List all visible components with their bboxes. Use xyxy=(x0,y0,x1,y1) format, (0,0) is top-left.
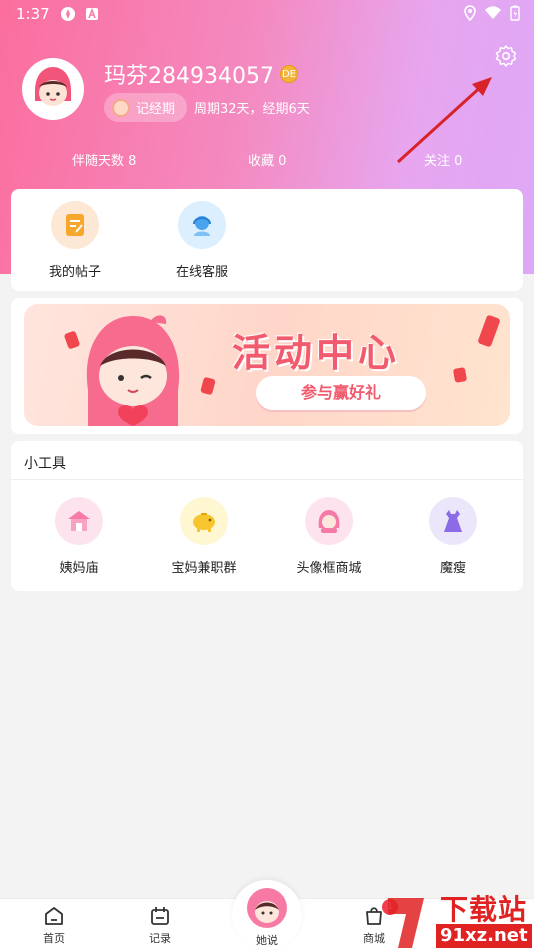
mascot-hood-girl-icon xyxy=(86,315,180,426)
my-posts-label: 我的帖子 xyxy=(48,265,101,280)
calendar-icon xyxy=(151,907,169,925)
coin-badge-icon: DE xyxy=(279,65,298,83)
tool-slim-label: 魔瘦 xyxy=(439,561,466,576)
watermark-url: 91xz.net xyxy=(436,924,532,948)
tab-shop-label: 商城 xyxy=(363,932,385,945)
stat-following[interactable]: 关注 0 xyxy=(424,150,462,169)
online-service-button[interactable]: 在线客服 xyxy=(154,201,250,280)
stat-companion-days[interactable]: 伴随天数 8 xyxy=(72,150,136,169)
banner-title: 活动中心 xyxy=(232,331,401,375)
wifi-icon xyxy=(485,6,501,19)
red-envelope-icon xyxy=(477,314,501,348)
activity-center-banner[interactable]: 活动中心 参与赢好礼 xyxy=(24,304,510,426)
tools-card: 小工具 姨妈庙 宝妈兼职群 头像框商城 魔瘦 xyxy=(11,441,523,591)
stats-row: 伴随天数 8 收藏 0 关注 0 xyxy=(0,150,534,174)
cycle-info: 周期32天，经期6天 xyxy=(194,102,310,117)
my-posts-button[interactable]: 我的帖子 xyxy=(27,201,123,280)
piggy-bank-icon xyxy=(180,497,228,545)
tool-mom-parttime-label: 宝妈兼职群 xyxy=(171,561,237,576)
mascot-icon xyxy=(247,888,287,928)
tool-avatar-frame-label: 头像框商城 xyxy=(296,561,362,576)
watermark-title: 下载站 xyxy=(440,893,528,926)
tab-home-label: 首页 xyxy=(43,932,65,945)
record-period-label: 记经期 xyxy=(136,102,176,117)
girl-face-icon xyxy=(112,98,130,117)
tab-home[interactable]: 首页 xyxy=(24,905,84,946)
app-notification-icon xyxy=(61,7,75,21)
battery-icon xyxy=(510,5,520,21)
tool-slim[interactable]: 魔瘦 xyxy=(393,497,513,576)
tab-record-label: 记录 xyxy=(149,932,171,945)
home-icon xyxy=(45,907,63,925)
tool-mom-parttime[interactable]: 宝妈兼职群 xyxy=(144,497,264,576)
tools-divider xyxy=(11,479,523,480)
post-icon xyxy=(51,201,99,249)
coin-badge-text: DE xyxy=(281,68,296,80)
username: 玛芬284934057 xyxy=(104,64,274,89)
red-envelope-icon xyxy=(200,376,216,396)
tab-she-says-label: 她说 xyxy=(256,934,278,947)
user-avatar[interactable] xyxy=(22,58,84,120)
activity-banner-card: 活动中心 参与赢好礼 xyxy=(11,298,523,434)
status-time: 1:37 xyxy=(16,5,50,23)
online-service-label: 在线客服 xyxy=(175,265,228,280)
tab-record[interactable]: 记录 xyxy=(130,905,190,946)
tool-temple[interactable]: 姨妈庙 xyxy=(19,497,139,576)
mascot-avatar-icon xyxy=(25,61,81,117)
banner-join-button[interactable]: 参与赢好礼 xyxy=(256,376,426,410)
tool-temple-label: 姨妈庙 xyxy=(59,561,99,576)
dress-icon xyxy=(429,497,477,545)
location-icon xyxy=(464,5,476,21)
settings-gear-icon[interactable] xyxy=(494,44,518,68)
customer-service-icon xyxy=(178,201,226,249)
avatar-frame-icon xyxy=(305,497,353,545)
tool-avatar-frame-shop[interactable]: 头像框商城 xyxy=(269,497,389,576)
stat-favorites[interactable]: 收藏 0 xyxy=(248,150,286,169)
quick-actions-card: 我的帖子 在线客服 xyxy=(11,189,523,291)
app-a-icon xyxy=(86,7,98,20)
tab-she-says[interactable]: 她说 xyxy=(232,880,302,950)
red-envelope-icon xyxy=(452,367,468,383)
temple-icon xyxy=(55,497,103,545)
username-row: 玛芬284934057 DE xyxy=(104,58,298,90)
tools-section-title: 小工具 xyxy=(24,456,66,472)
record-period-button[interactable]: 记经期 xyxy=(104,93,188,122)
status-bar: 1:37 xyxy=(0,0,534,28)
